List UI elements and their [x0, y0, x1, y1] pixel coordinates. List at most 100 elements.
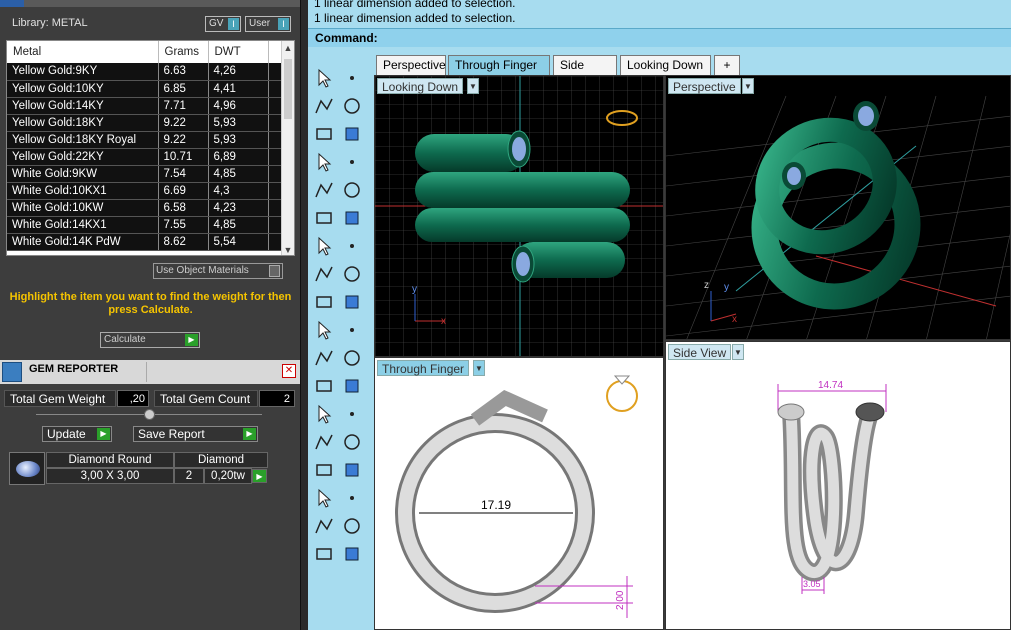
calculate-button[interactable]: Calculate ▶ — [100, 332, 200, 348]
viewport-through-finger[interactable]: 17.19 2.00 Through Finger ▼ — [374, 357, 664, 630]
grid-icon[interactable] — [312, 486, 336, 510]
table-row[interactable]: Yellow Gold:9KY 6.63 4,26 — [7, 63, 282, 81]
close-icon[interactable]: ✕ — [282, 364, 296, 378]
checkbox-icon[interactable] — [269, 265, 280, 277]
add-tab-icon[interactable]: + — [714, 55, 740, 75]
table-row[interactable]: White Gold:10KX1 6.69 4,3 — [7, 182, 282, 200]
panel-tab-icon[interactable] — [0, 0, 24, 7]
group-icon[interactable] — [312, 346, 336, 370]
gv-toggle[interactable]: GV I — [205, 16, 241, 32]
circle-icon[interactable] — [312, 122, 336, 146]
scroll-down-icon[interactable]: ▼ — [282, 243, 294, 255]
split-icon[interactable] — [340, 318, 364, 342]
rectangle-icon[interactable] — [340, 150, 364, 174]
point-icon[interactable] — [340, 66, 364, 90]
col-header-metal[interactable]: Metal — [7, 41, 159, 63]
spacer-cell — [268, 131, 282, 149]
height-dimension[interactable]: 2.00 — [615, 590, 626, 610]
viewport-title[interactable]: Side View — [668, 344, 732, 360]
curve-icon[interactable] — [340, 94, 364, 118]
dwt-cell: 5,93 — [208, 131, 269, 149]
metal-name-cell: Yellow Gold:18KY — [7, 114, 159, 132]
use-object-materials-checkbox[interactable]: Use Object Materials — [153, 263, 283, 279]
user-toggle[interactable]: User I — [245, 16, 291, 32]
save-report-button[interactable]: Save Report ▶ — [133, 426, 258, 442]
diameter-dimension[interactable]: 17.19 — [481, 498, 511, 512]
align-icon[interactable] — [340, 430, 364, 454]
table-row[interactable]: Yellow Gold:18KY 9.22 5,93 — [7, 114, 282, 132]
sphere-icon[interactable] — [340, 234, 364, 258]
table-row[interactable]: Yellow Gold:14KY 7.71 4,96 — [7, 97, 282, 115]
render-icon[interactable] — [312, 514, 336, 538]
point-cloud-icon[interactable] — [340, 346, 364, 370]
surface-icon[interactable] — [312, 206, 336, 230]
viewport-title[interactable]: Perspective — [668, 78, 741, 94]
metal-table-scrollbar[interactable]: ▲ ▼ — [281, 41, 294, 255]
viewport-looking-down[interactable]: x y Looking Down ▼ — [374, 75, 664, 357]
table-row[interactable]: White Gold:10KW 6.58 4,23 — [7, 199, 282, 217]
select-arrow-icon[interactable] — [312, 66, 336, 90]
axis-x-label: x — [441, 316, 446, 327]
wire-dimension[interactable]: 3.05 — [803, 579, 821, 589]
blend-icon[interactable] — [340, 374, 364, 398]
explode-icon[interactable] — [340, 290, 364, 314]
tab-perspective[interactable]: Perspective — [376, 55, 446, 75]
viewport-side-view[interactable]: 14.74 3.05 Side View ▼ — [665, 341, 1011, 630]
analyze-icon[interactable] — [340, 458, 364, 482]
col-header-dwt[interactable]: DWT — [208, 41, 269, 63]
dropdown-arrow-icon[interactable]: ▼ — [473, 360, 485, 376]
table-row[interactable]: Yellow Gold:22KY 10.71 6,89 — [7, 148, 282, 166]
table-row[interactable]: White Gold:14K PdW 8.62 5,54 — [7, 233, 282, 251]
material-icon[interactable] — [340, 542, 364, 566]
scroll-up-icon[interactable]: ▲ — [282, 41, 294, 55]
table-row[interactable]: White Gold:14KX1 7.55 4,85 — [7, 216, 282, 234]
curve-tool-icon[interactable] — [312, 374, 336, 398]
round-diamond-icon — [16, 461, 40, 477]
tab-side-view[interactable]: Side View — [553, 55, 617, 90]
dropdown-arrow-icon[interactable]: ▼ — [467, 78, 479, 94]
text-icon[interactable] — [312, 402, 336, 426]
check-icon[interactable] — [340, 514, 364, 538]
dropdown-arrow-icon[interactable]: ▼ — [742, 78, 754, 94]
dwt-cell: 4,85 — [208, 216, 269, 234]
extrude-icon[interactable] — [340, 262, 364, 286]
use-object-materials-label: Use Object Materials — [156, 265, 249, 276]
tab-through-finger[interactable]: Through Finger — [448, 55, 550, 75]
arc-icon[interactable] — [312, 150, 336, 174]
splitter-handle-icon[interactable] — [144, 409, 155, 420]
box-icon[interactable] — [312, 234, 336, 258]
layer-icon[interactable] — [340, 486, 364, 510]
polygon-icon[interactable] — [312, 178, 336, 202]
cube-icon[interactable] — [312, 458, 336, 482]
total-gem-weight-field[interactable]: ,20 — [117, 390, 149, 407]
table-row[interactable]: White Gold:9KW 7.54 4,85 — [7, 165, 282, 183]
shade-icon[interactable] — [312, 542, 336, 566]
tab-looking-down[interactable]: Looking Down — [620, 55, 711, 75]
gem-list-item[interactable]: Diamond Round Diamond 3,00 X 3,00 2 0,20… — [9, 452, 268, 485]
dropdown-arrow-icon[interactable]: ▼ — [732, 344, 744, 360]
ellipse-icon[interactable] — [340, 122, 364, 146]
scroll-thumb[interactable] — [284, 59, 292, 119]
cylinder-icon[interactable] — [312, 262, 336, 286]
toggle-box-icon: I — [278, 18, 289, 30]
viewport-title[interactable]: Looking Down — [377, 78, 464, 94]
panel-divider[interactable] — [300, 0, 308, 630]
array-icon[interactable] — [312, 430, 336, 454]
trim-icon[interactable] — [312, 318, 336, 342]
sweep-icon[interactable] — [340, 206, 364, 230]
scale-icon[interactable] — [340, 402, 364, 426]
col-header-grams[interactable]: Grams — [158, 41, 209, 63]
command-input[interactable]: Command: — [308, 28, 1011, 47]
boolean-icon[interactable] — [312, 290, 336, 314]
table-row[interactable]: Yellow Gold:10KY 6.85 4,41 — [7, 80, 282, 98]
width-dimension[interactable]: 14.74 — [818, 380, 843, 391]
gem-count: 2 — [174, 468, 204, 484]
viewport-perspective[interactable]: z y x Perspective ▼ — [665, 75, 1011, 340]
total-gem-count-field[interactable]: 2 — [259, 390, 295, 407]
fillet-icon[interactable] — [340, 178, 364, 202]
polyline-icon[interactable] — [312, 94, 336, 118]
play-arrow-icon[interactable]: ▶ — [252, 469, 267, 483]
viewport-title[interactable]: Through Finger — [377, 360, 470, 376]
update-button[interactable]: Update ▶ — [42, 426, 112, 442]
table-row[interactable]: Yellow Gold:18KY Royal 9.22 5,93 — [7, 131, 282, 149]
